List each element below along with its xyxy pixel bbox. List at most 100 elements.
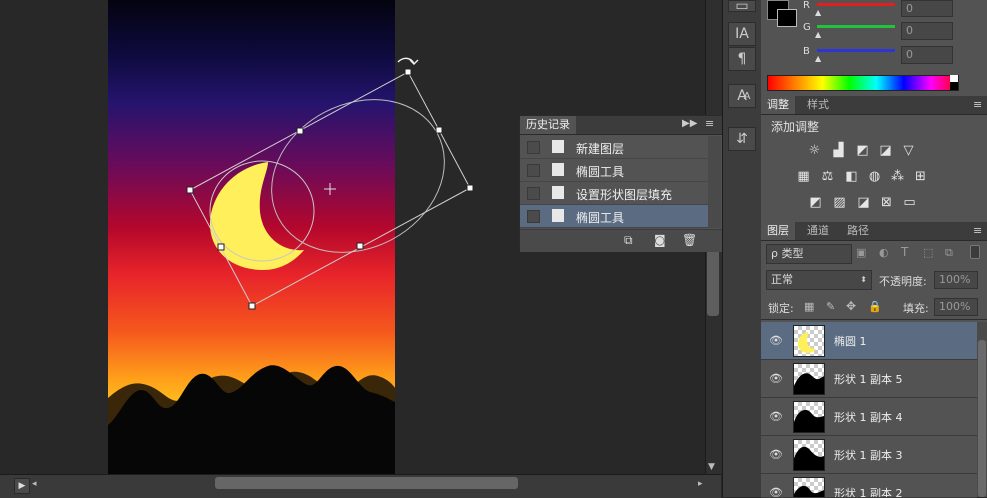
slider-handle-icon[interactable]: ▲ <box>815 54 821 63</box>
color-spectrum-bar[interactable] <box>767 75 959 91</box>
green-slider[interactable] <box>817 25 895 28</box>
history-panel: 历史记录 ▶▶ ≡ 新建图层 椭圆工具 设置形状图层填充 椭圆工具 ⧉ ◙ 🗑 <box>519 115 723 252</box>
layer-row-selected[interactable]: 👁 椭圆 1 <box>761 322 977 360</box>
handle <box>186 186 194 194</box>
exposure-icon[interactable]: ◪ <box>878 143 893 158</box>
handle <box>404 68 412 76</box>
lock-position-icon[interactable]: ✥ <box>846 299 856 313</box>
photo-filter-icon[interactable]: ◍ <box>867 169 882 184</box>
eye-icon[interactable]: 👁 <box>769 486 783 497</box>
green-value-field[interactable]: 0 <box>901 22 953 40</box>
handle <box>466 184 474 192</box>
layers-scroll-thumb[interactable] <box>978 340 986 497</box>
scroll-left-arrow-icon[interactable]: ◂ <box>32 479 37 489</box>
tab-paths[interactable]: 路径 <box>841 222 875 240</box>
divider <box>761 319 987 320</box>
layer-row[interactable]: 👁 形状 1 副本 3 <box>761 436 977 474</box>
panel-menu-icon[interactable]: ≡ <box>973 98 982 111</box>
opacity-field[interactable]: 100% <box>934 271 978 289</box>
layer-row[interactable]: 👁 形状 1 副本 5 <box>761 360 977 398</box>
eye-icon[interactable]: 👁 <box>769 410 783 423</box>
trash-icon[interactable]: 🗑 <box>682 233 697 247</box>
curves-icon[interactable]: ◩ <box>855 143 870 158</box>
lock-image-icon[interactable]: ✎ <box>826 300 835 313</box>
tab-history[interactable]: 历史记录 <box>520 116 576 134</box>
selective-color-icon[interactable]: ⊠ <box>879 195 894 210</box>
snapshot-checkbox[interactable] <box>527 210 540 223</box>
fill-field[interactable]: 100% <box>934 298 978 316</box>
threshold-icon[interactable]: ◪ <box>856 195 871 210</box>
panel-menu-icon[interactable]: ≡ <box>705 117 714 130</box>
blend-mode-value: 正常 <box>771 273 793 286</box>
background-color-swatch[interactable] <box>777 9 797 27</box>
scroll-right-arrow-icon[interactable]: ▸ <box>698 479 703 489</box>
history-item[interactable]: 椭圆工具 <box>520 159 708 182</box>
gradient-map-icon[interactable]: ▭ <box>902 195 917 210</box>
filter-adjustment-icon[interactable]: ◐ <box>879 246 889 259</box>
horizontal-scroll-thumb[interactable] <box>215 477 518 489</box>
document-icon <box>552 140 564 153</box>
eye-icon[interactable]: 👁 <box>769 448 783 461</box>
filter-toggle[interactable] <box>970 245 980 259</box>
black-white-icon[interactable]: ◧ <box>844 169 859 184</box>
red-slider[interactable] <box>817 3 895 6</box>
paragraph-icon[interactable]: ¶ <box>728 47 756 71</box>
brightness-icon[interactable]: ☼ <box>807 143 822 158</box>
history-item[interactable]: 新建图层 <box>520 136 708 159</box>
history-item-selected[interactable]: 椭圆工具 <box>520 205 708 228</box>
dock-button-icon[interactable]: ▭ <box>728 0 756 13</box>
snapshot-checkbox[interactable] <box>527 141 540 154</box>
layer-row[interactable]: 👁 形状 1 副本 4 <box>761 398 977 436</box>
hue-saturation-icon[interactable]: ▦ <box>796 169 811 184</box>
history-item[interactable]: 设置形状图层填充 <box>520 182 708 205</box>
tab-styles[interactable]: 样式 <box>801 96 835 114</box>
color-balance-icon[interactable]: ⚖ <box>820 169 835 184</box>
eye-icon[interactable]: 👁 <box>769 334 783 347</box>
eye-icon[interactable]: 👁 <box>769 372 783 385</box>
play-icon[interactable]: ▶ <box>14 478 30 494</box>
vibrance-icon[interactable]: ▽ <box>901 143 916 158</box>
paragraph-style-icon[interactable]: A <box>740 91 754 103</box>
slider-handle-icon[interactable]: ▲ <box>815 8 821 17</box>
lock-all-icon[interactable]: 🔒 <box>868 300 882 313</box>
white-swatch[interactable] <box>950 75 958 82</box>
filter-shape-icon[interactable]: ⬚ <box>923 246 933 259</box>
black-swatch[interactable] <box>950 82 958 90</box>
history-scrollbar[interactable] <box>708 136 721 228</box>
color-lookup-icon[interactable]: ⊞ <box>913 169 928 184</box>
layer-name: 椭圆 1 <box>834 335 867 348</box>
scroll-down-arrow-icon[interactable]: ▼ <box>708 462 715 472</box>
lock-transparent-icon[interactable]: ▦ <box>804 300 814 313</box>
slider-handle-icon[interactable]: ▲ <box>815 30 821 39</box>
new-document-from-state-icon[interactable]: ⧉ <box>624 233 633 248</box>
filter-smart-object-icon[interactable]: ⧉ <box>945 246 953 260</box>
red-value-field[interactable]: 0 <box>901 0 953 17</box>
channel-mixer-icon[interactable]: ⁂ <box>890 169 905 184</box>
vertical-scroll-thumb[interactable] <box>707 250 719 316</box>
document-icon <box>552 209 564 222</box>
tab-layers[interactable]: 图层 <box>761 222 795 240</box>
filter-type-icon[interactable]: T <box>901 245 908 259</box>
posterize-icon[interactable]: ▨ <box>832 195 847 210</box>
layer-filter-select[interactable]: ρ 类型 <box>766 244 852 264</box>
blue-slider[interactable] <box>817 49 895 52</box>
camera-icon[interactable]: ◙ <box>654 233 666 247</box>
snapshot-checkbox[interactable] <box>527 164 540 177</box>
collapse-icon[interactable]: ▶▶ <box>682 118 697 129</box>
panel-menu-icon[interactable]: ≡ <box>973 224 982 237</box>
layer-name: 形状 1 副本 2 <box>834 487 903 498</box>
opacity-label: 不透明度: <box>879 275 927 288</box>
invert-icon[interactable]: ◩ <box>808 195 823 210</box>
handle <box>248 302 256 310</box>
tab-adjustments[interactable]: 调整 <box>761 96 795 114</box>
snapshot-checkbox[interactable] <box>527 187 540 200</box>
history-item-label: 设置形状图层填充 <box>576 188 673 202</box>
filter-pixel-icon[interactable]: ▣ <box>856 246 866 259</box>
type-tool-icon[interactable]: IA <box>728 22 756 46</box>
tab-channels[interactable]: 通道 <box>801 222 835 240</box>
blend-mode-select[interactable]: 正常 ⬍ <box>766 270 872 290</box>
layer-row[interactable]: 👁 形状 1 副本 2 <box>761 474 977 498</box>
levels-icon[interactable]: ▟ <box>831 143 846 158</box>
blue-value-field[interactable]: 0 <box>901 46 953 64</box>
properties-icon[interactable]: ⇵ <box>728 127 756 151</box>
